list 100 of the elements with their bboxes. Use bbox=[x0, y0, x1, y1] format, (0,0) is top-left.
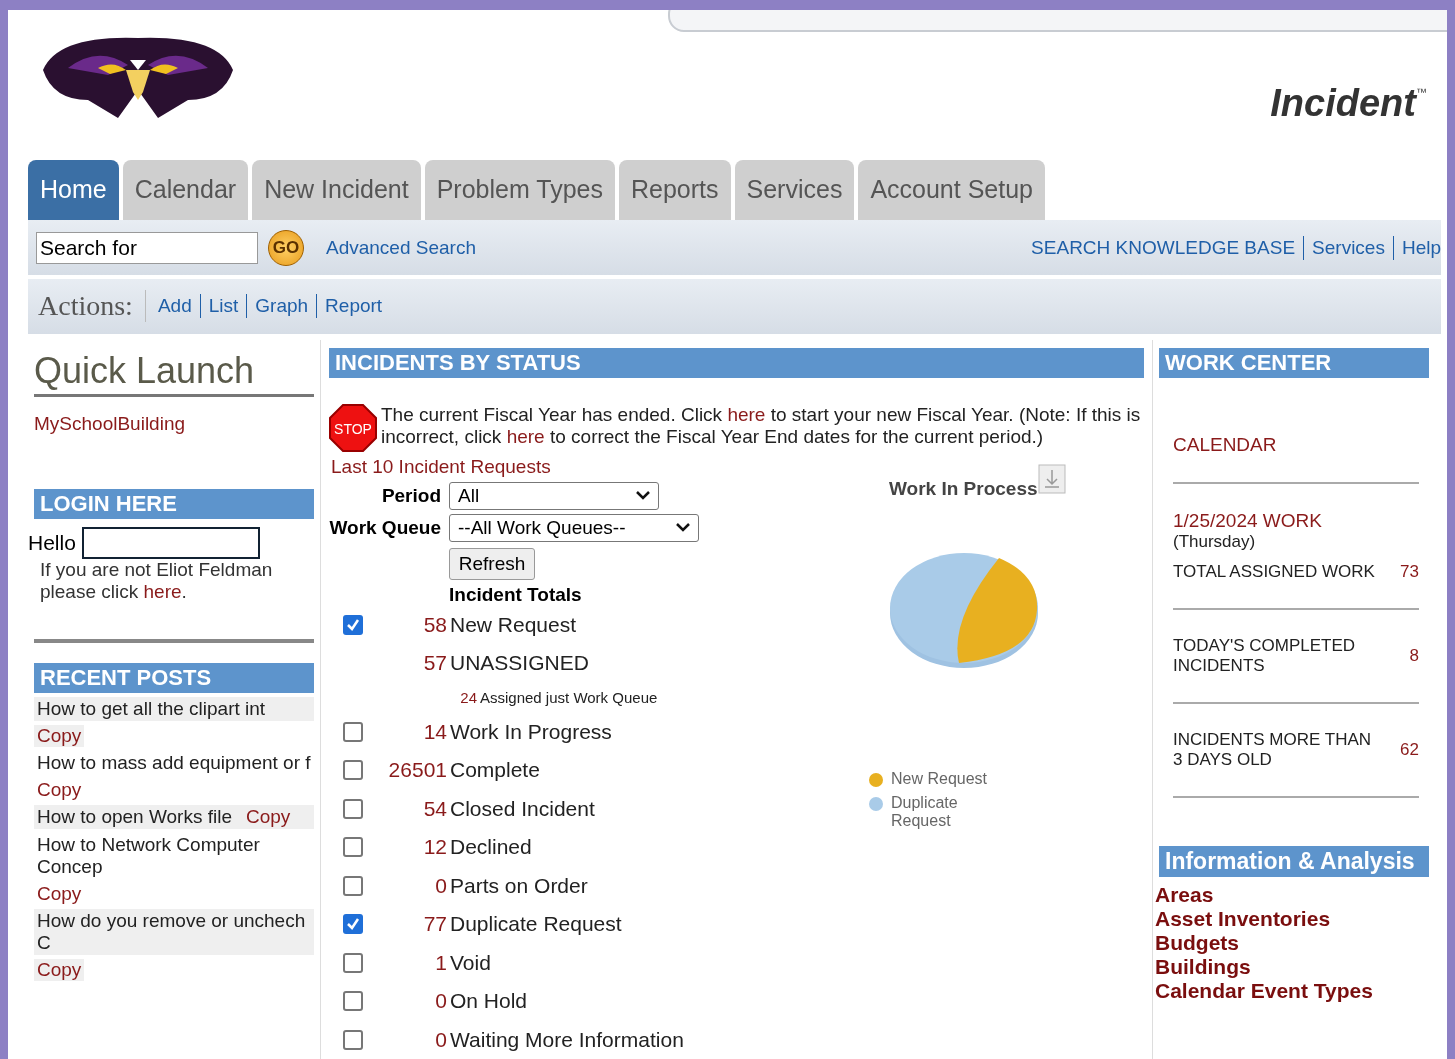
status-checkbox[interactable] bbox=[343, 1029, 363, 1050]
work-queue-select[interactable]: --All Work Queues-- bbox=[449, 513, 699, 542]
period-label: Period bbox=[380, 484, 441, 507]
nav-tab[interactable]: Reports bbox=[618, 159, 731, 220]
status-checkbox[interactable] bbox=[343, 837, 363, 858]
action-link[interactable]: List bbox=[208, 295, 239, 318]
status-count: 54 bbox=[422, 796, 447, 821]
status-count: 57 bbox=[422, 651, 447, 676]
post-item[interactable]: How to open Works file Copy bbox=[34, 804, 314, 829]
status-label: Assigned just Work Queue bbox=[480, 689, 658, 706]
last-requests-link[interactable]: Last 10 Incident Requests bbox=[331, 455, 849, 478]
stop-label: STOP bbox=[334, 420, 372, 437]
info-link[interactable]: Budgets bbox=[1155, 930, 1429, 955]
fiscal-year-notice: The current Fiscal Year has ended. Click here to start your new Fiscal Year. (Note: If this is incorrect, click here to correct the Fiscal Year End dates for the current period.) bbox=[381, 403, 1142, 449]
copy-link[interactable]: Copy bbox=[246, 805, 291, 827]
here-link[interactable]: here bbox=[727, 403, 766, 425]
status-count: 1 bbox=[434, 950, 447, 975]
status-count: 26501 bbox=[387, 758, 447, 783]
refresh-button[interactable]: Refresh bbox=[449, 547, 535, 580]
action-link[interactable]: Report bbox=[325, 295, 383, 318]
status-label: Closed Incident bbox=[450, 796, 595, 821]
hello-label: Hello bbox=[28, 530, 76, 555]
status-count: 0 bbox=[434, 1027, 447, 1052]
status-count: 14 bbox=[422, 719, 447, 744]
status-checkbox[interactable] bbox=[343, 721, 363, 742]
section-header: LOGIN HERE bbox=[34, 488, 314, 519]
section-header: RECENT POSTS bbox=[34, 662, 314, 693]
status-label: On Hold bbox=[450, 989, 528, 1014]
stat-value: 62 bbox=[1400, 739, 1419, 760]
post-item[interactable]: How do you remove or unchech C bbox=[34, 908, 314, 955]
info-link[interactable]: Calendar Event Types bbox=[1155, 978, 1429, 1003]
action-link[interactable]: Graph bbox=[255, 295, 309, 318]
status-label: Void bbox=[450, 950, 491, 975]
calendar-link[interactable]: CALENDAR bbox=[1173, 433, 1277, 455]
nav-tab[interactable]: Problem Types bbox=[424, 159, 615, 220]
legend-label: New Request bbox=[891, 769, 988, 788]
status-checkbox[interactable] bbox=[343, 875, 363, 896]
chevron-down-icon bbox=[636, 491, 650, 500]
status-label: New Request bbox=[450, 612, 577, 637]
work-queue-label: Work Queue bbox=[329, 516, 441, 539]
status-label: Parts on Order bbox=[450, 873, 588, 898]
status-checkbox[interactable] bbox=[343, 914, 363, 935]
quick-launch-link[interactable]: MySchoolBuilding bbox=[34, 412, 186, 434]
copy-link[interactable]: Copy bbox=[37, 778, 82, 800]
stat-label: TOTAL ASSIGNED WORK bbox=[1173, 561, 1376, 582]
search-field[interactable]: Search for bbox=[36, 231, 258, 264]
stat-value: 73 bbox=[1400, 561, 1419, 582]
status-checkbox[interactable] bbox=[343, 952, 363, 973]
chart-title: Work In Process bbox=[889, 477, 1038, 500]
status-label: Work In Progress bbox=[450, 719, 612, 744]
here-link[interactable]: here bbox=[506, 425, 545, 447]
section-header: INCIDENTS BY STATUS bbox=[329, 347, 1144, 378]
status-checkbox[interactable] bbox=[343, 760, 363, 781]
status-checkbox[interactable] bbox=[343, 798, 363, 819]
status-count: 0 bbox=[434, 989, 447, 1014]
stat-label: TODAY'S COMPLETED INCIDENTS bbox=[1173, 635, 1357, 676]
period-select[interactable]: All bbox=[449, 481, 659, 510]
status-count: 58 bbox=[422, 612, 447, 637]
section-header: Information & Analysis bbox=[1159, 845, 1429, 877]
legend-label: Duplicate Request bbox=[891, 793, 959, 830]
header-link[interactable]: Help bbox=[1401, 236, 1441, 259]
status-label: Complete bbox=[450, 758, 540, 783]
go-button[interactable]: GO bbox=[268, 229, 304, 266]
status-checkbox[interactable] bbox=[343, 991, 363, 1012]
nav-tab[interactable]: New Incident bbox=[252, 159, 421, 220]
incident-totals-title: Incident Totals bbox=[449, 583, 583, 606]
status-label: Waiting More Information bbox=[450, 1027, 684, 1052]
section-header: WORK CENTER bbox=[1159, 347, 1429, 378]
stat-label: INCIDENTS MORE THAN 3 DAYS OLD bbox=[1173, 729, 1373, 770]
actions-label: Actions: bbox=[38, 290, 146, 323]
info-link[interactable]: Buildings bbox=[1155, 954, 1429, 979]
advanced-search-link[interactable]: Advanced Search bbox=[326, 236, 476, 259]
download-icon bbox=[1037, 463, 1066, 494]
login-field[interactable] bbox=[81, 526, 260, 559]
status-checkbox[interactable] bbox=[343, 614, 363, 635]
stat-value: 8 bbox=[1409, 645, 1419, 666]
status-count: 24 bbox=[459, 689, 477, 706]
status-count: 77 bbox=[422, 912, 447, 937]
nav-tab[interactable]: Account Setup bbox=[858, 159, 1045, 220]
info-link[interactable]: Asset Inventories bbox=[1155, 906, 1429, 931]
work-date-link[interactable]: 1/25/2024 WORK bbox=[1173, 509, 1419, 532]
status-count: 0 bbox=[434, 873, 447, 898]
nav-tab[interactable]: Calendar bbox=[122, 159, 249, 220]
header-link[interactable]: SEARCH KNOWLEDGE BASE bbox=[1031, 236, 1296, 259]
here-link[interactable]: here bbox=[143, 580, 182, 602]
product-name: Incident™ bbox=[1270, 82, 1427, 125]
status-label: Duplicate Request bbox=[450, 912, 622, 937]
weekday-label: (Thursday) bbox=[1173, 531, 1257, 552]
quick-launch-title: Quick Launch bbox=[34, 339, 314, 397]
chevron-down-icon bbox=[676, 523, 690, 532]
post-item[interactable]: How to get all the clipart int bbox=[34, 696, 314, 721]
action-link[interactable]: Add bbox=[157, 295, 192, 318]
info-link[interactable]: Areas bbox=[1155, 882, 1429, 907]
header-link[interactable]: Services bbox=[1312, 236, 1385, 259]
status-count: 12 bbox=[422, 835, 447, 860]
copy-link[interactable]: Copy bbox=[37, 882, 82, 904]
nav-tab[interactable]: Home bbox=[28, 159, 119, 220]
post-item[interactable]: How to mass add equipment or f bbox=[34, 750, 314, 775]
post-item[interactable]: How to Network Computer Concep bbox=[34, 832, 314, 879]
nav-tab[interactable]: Services bbox=[734, 159, 855, 220]
